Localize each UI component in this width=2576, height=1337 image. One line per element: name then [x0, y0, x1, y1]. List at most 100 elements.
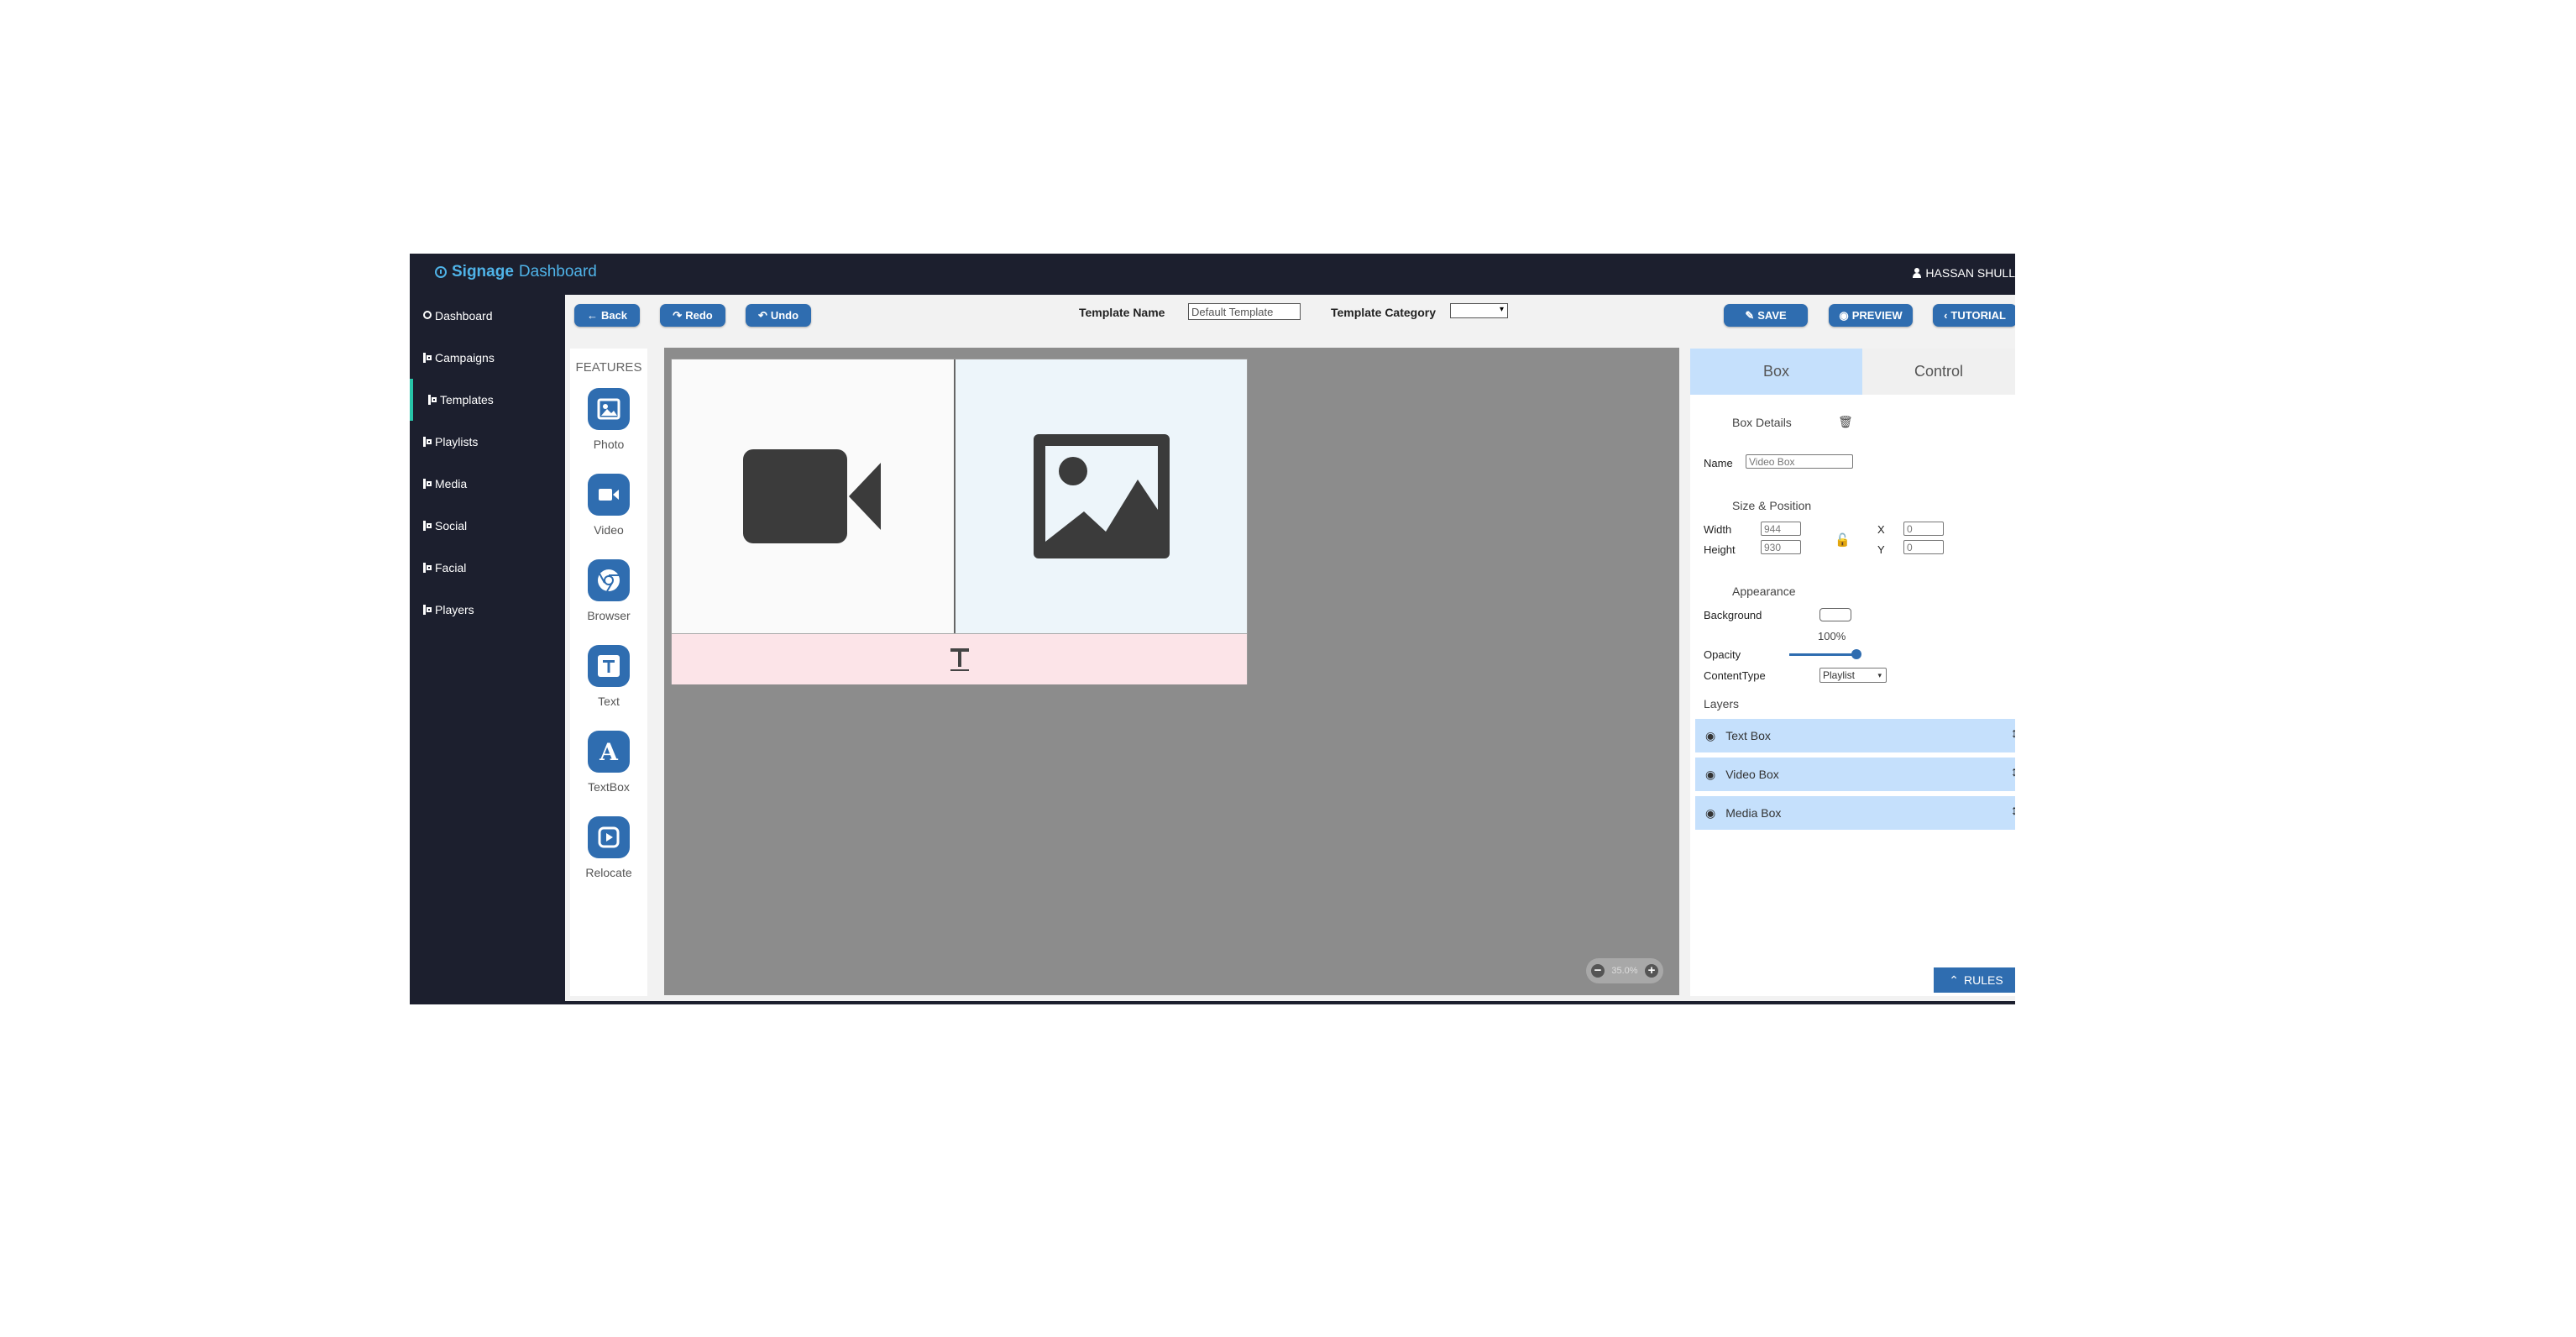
properties-panel: Box Control Box Details 🗑 Name Size & Po…	[1690, 349, 2015, 996]
layer-item-media-box[interactable]: ◉ Media Box ↕	[1695, 796, 2015, 830]
feature-text[interactable]: Text	[570, 645, 647, 708]
edit-icon	[423, 353, 432, 363]
y-input[interactable]	[1903, 540, 1944, 554]
drag-handle-icon[interactable]: ↕	[2011, 726, 2015, 742]
undo-label: Undo	[770, 309, 799, 322]
save-button[interactable]: ✎ SAVE	[1724, 304, 1808, 327]
feature-browser-button[interactable]	[588, 559, 630, 601]
sidebar-item-dashboard[interactable]: Dashboard	[410, 295, 565, 337]
sidebar-item-label: Social	[435, 519, 468, 532]
top-bar: Signage Dashboard HASSAN SHULL	[410, 254, 2015, 295]
feature-label: Photo	[593, 438, 625, 451]
appearance-title: Appearance	[1732, 585, 1796, 598]
feature-text-button[interactable]	[588, 645, 630, 687]
svg-text:A: A	[599, 738, 619, 766]
layer-item-text-box[interactable]: ◉ Text Box ↕	[1695, 719, 2015, 752]
width-label: Width	[1704, 523, 1732, 536]
rules-button[interactable]: ⌃ RULES	[1934, 967, 2015, 993]
sidebar-item-players[interactable]: Players	[410, 589, 565, 631]
sidebar-item-templates[interactable]: Templates	[410, 379, 565, 421]
template-canvas[interactable]: − 35.0% +	[664, 348, 1679, 995]
chevron-left-icon: ‹	[1944, 309, 1948, 322]
feature-textbox-button[interactable]: A	[588, 731, 630, 773]
edit-icon	[423, 563, 432, 573]
user-name: HASSAN SHULL	[1925, 266, 2015, 280]
layers-title: Layers	[1704, 697, 1740, 710]
feature-photo-button[interactable]	[588, 388, 630, 430]
lock-icon[interactable]: 🔓	[1835, 532, 1851, 548]
brand-subtitle: Dashboard	[518, 263, 597, 281]
image-placeholder-icon	[1033, 434, 1170, 558]
brand-logo[interactable]: Signage Dashboard	[435, 263, 597, 281]
box-details-title: Box Details	[1732, 416, 1792, 429]
opacity-slider-handle[interactable]	[1851, 649, 1861, 659]
dropdown-arrow-icon: ▾	[1499, 305, 1504, 314]
user-menu[interactable]: HASSAN SHULL	[1913, 266, 2015, 280]
bottom-border	[410, 1001, 2015, 1004]
opacity-label: Opacity	[1704, 648, 1741, 661]
feature-label: Text	[598, 695, 620, 708]
opacity-slider-track[interactable]	[1789, 653, 1856, 656]
textbox-icon: A	[599, 738, 619, 766]
layer-item-video-box[interactable]: ◉ Video Box ↕	[1695, 758, 2015, 791]
save-icon: ✎	[1745, 308, 1755, 322]
content-type-select[interactable]: Playlist ▾	[1819, 668, 1887, 683]
width-input[interactable]	[1761, 522, 1801, 536]
trash-icon[interactable]: 🗑	[1838, 415, 1853, 429]
text-zone[interactable]	[672, 633, 1247, 684]
back-label: Back	[600, 309, 628, 322]
back-button[interactable]: ← Back	[574, 304, 640, 327]
preview-button[interactable]: ◉ PREVIEW	[1829, 304, 1913, 327]
content-type-label: ContentType	[1704, 669, 1766, 682]
x-label: X	[1877, 523, 1885, 536]
eye-icon[interactable]: ◉	[1705, 768, 1715, 782]
feature-browser[interactable]: Browser	[570, 559, 647, 622]
feature-video-button[interactable]	[588, 474, 630, 516]
eye-icon[interactable]: ◉	[1705, 729, 1715, 743]
features-title: FEATURES	[575, 360, 642, 375]
template-name-label: Template Name	[1079, 306, 1165, 319]
y-label: Y	[1877, 543, 1885, 556]
tab-control[interactable]: Control	[1862, 349, 2015, 395]
sidebar-item-social[interactable]: Social	[410, 505, 565, 547]
zoom-out-button[interactable]: −	[1591, 964, 1605, 978]
sidebar-item-media[interactable]: Media	[410, 463, 565, 505]
arrow-left-icon: ←	[586, 309, 598, 322]
media-zone[interactable]	[956, 359, 1247, 633]
zoom-level: 35.0%	[1611, 966, 1638, 976]
undo-button[interactable]: ↶ Undo	[746, 304, 811, 327]
zoom-in-button[interactable]: +	[1644, 964, 1658, 978]
sidebar-item-playlists[interactable]: Playlists	[410, 421, 565, 463]
drag-handle-icon[interactable]: ↕	[2011, 804, 2015, 819]
x-input[interactable]	[1903, 522, 1944, 536]
edit-icon	[423, 479, 432, 489]
height-input[interactable]	[1761, 540, 1801, 554]
opacity-value: 100%	[1818, 630, 1846, 642]
feature-photo[interactable]: Photo	[570, 388, 647, 451]
feature-textbox[interactable]: A TextBox	[570, 731, 647, 794]
sidebar-item-campaigns[interactable]: Campaigns	[410, 337, 565, 379]
save-label: SAVE	[1757, 309, 1787, 322]
video-zone[interactable]	[672, 359, 956, 633]
feature-video[interactable]: Video	[570, 474, 647, 537]
template-name-input[interactable]	[1188, 303, 1301, 320]
feature-relocate[interactable]: Relocate	[570, 816, 647, 879]
sidebar-item-label: Players	[435, 603, 474, 616]
background-label: Background	[1704, 609, 1762, 621]
sidebar-item-label: Media	[435, 477, 468, 490]
sidebar-item-facial[interactable]: Facial	[410, 547, 565, 589]
features-panel: FEATURES Photo Video Browser Text A Text…	[565, 349, 647, 996]
content-type-value: Playlist	[1823, 669, 1856, 681]
redo-button[interactable]: ↷ Redo	[660, 304, 725, 327]
name-input[interactable]	[1746, 454, 1853, 469]
text-icon	[950, 648, 969, 671]
undo-icon: ↶	[757, 308, 767, 322]
tutorial-button[interactable]: ‹ TUTORIAL	[1933, 304, 2015, 327]
template-category-select[interactable]: ▾	[1450, 303, 1508, 318]
feature-relocate-button[interactable]	[588, 816, 630, 858]
eye-icon[interactable]: ◉	[1705, 806, 1715, 821]
background-color-swatch[interactable]	[1819, 608, 1851, 621]
name-label: Name	[1704, 457, 1733, 469]
drag-handle-icon[interactable]: ↕	[2011, 765, 2015, 780]
tab-box[interactable]: Box	[1690, 349, 1862, 395]
